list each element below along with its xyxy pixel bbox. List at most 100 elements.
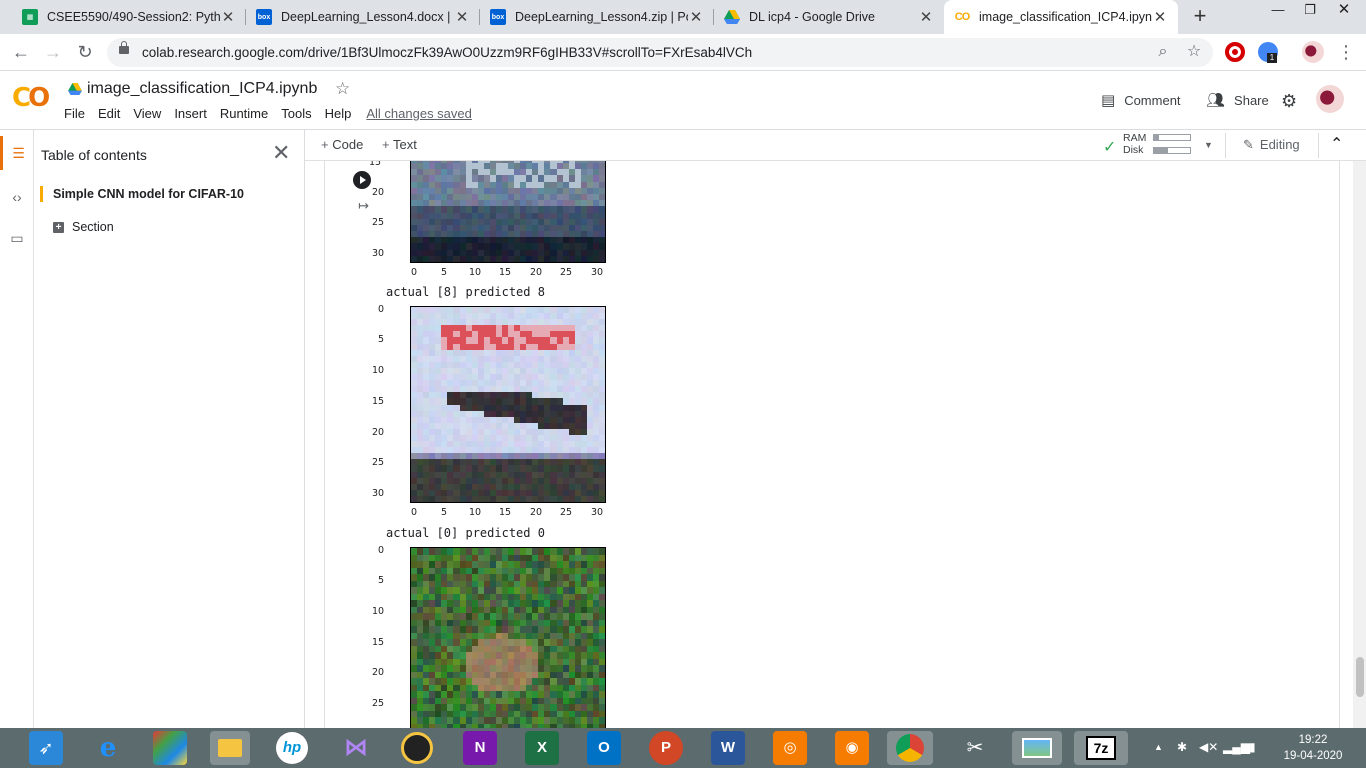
editing-mode-button[interactable]: ✎ Editing [1243, 137, 1300, 153]
prediction-label: actual [8] predicted 8 [386, 285, 545, 299]
toc-item-section[interactable]: + Section [53, 220, 114, 234]
add-code-button[interactable]: + Code [321, 137, 363, 152]
disk-bar [1153, 147, 1191, 154]
snipping-tool-icon[interactable]: ✂ [958, 731, 992, 765]
chevron-down-icon[interactable]: ▼ [1204, 140, 1213, 150]
restore-icon[interactable]: ❐ [1294, 0, 1326, 22]
toc-panel: Table of contents ✕ Simple CNN model for… [34, 130, 305, 728]
toc-item-cnn[interactable]: Simple CNN model for CIFAR-10 [40, 186, 244, 202]
menu-insert[interactable]: Insert [174, 106, 207, 121]
bookmark-star-icon[interactable]: ☆ [1183, 41, 1205, 63]
comment-icon: ▤ [1101, 91, 1115, 109]
new-tab-button[interactable]: + [1188, 4, 1212, 28]
add-text-button[interactable]: + Text [382, 137, 417, 152]
more-menu-icon[interactable]: ⋮ [1334, 40, 1358, 64]
colab-icon: CO [954, 9, 970, 25]
save-status[interactable]: All changes saved [366, 106, 472, 121]
expand-plus-icon[interactable]: + [53, 222, 64, 233]
close-icon[interactable]: ✕ [272, 140, 290, 166]
visual-studio-icon[interactable]: ⋈ [339, 731, 373, 765]
menu-tools[interactable]: Tools [281, 106, 311, 121]
output-actions-icon[interactable]: ↦ [358, 198, 369, 214]
close-tab-icon[interactable]: ✕ [918, 8, 934, 26]
notebook-body: ↦ 15 20 25 30 0 5 10 15 20 25 30 actual … [305, 161, 1366, 728]
code-cell-output: ↦ 15 20 25 30 0 5 10 15 20 25 30 actual … [324, 161, 1340, 728]
table-of-contents-icon[interactable]: ☰ [0, 136, 34, 170]
notebook-scrollbar[interactable] [1353, 161, 1366, 728]
reload-icon[interactable]: ↻ [73, 40, 97, 64]
volume-muted-icon[interactable]: ◀✕ [1199, 740, 1218, 754]
close-window-icon[interactable]: ✕ [1328, 0, 1360, 22]
share-people-icon: 👥︎ [1206, 91, 1225, 109]
word-icon[interactable]: W [711, 731, 745, 765]
menu-runtime[interactable]: Runtime [220, 106, 268, 121]
scrollbar-thumb[interactable] [1356, 657, 1364, 697]
close-tab-icon[interactable]: ✕ [1152, 8, 1168, 26]
comment-button[interactable]: ▤ Comment [1101, 91, 1181, 109]
code-snippets-icon[interactable]: ‹› [0, 180, 34, 214]
address-bar[interactable]: colab.research.google.com/drive/1Bf3Ulmo… [107, 38, 1213, 67]
browser-tab[interactable]: box DeepLearning_Lesson4.zip | Pow ✕ [480, 0, 714, 34]
camera-app-icon[interactable]: ◉ [835, 731, 869, 765]
forward-icon[interactable]: → [41, 40, 65, 64]
account-avatar[interactable] [1316, 85, 1344, 113]
media-player-icon[interactable] [401, 732, 433, 764]
close-tab-icon[interactable]: ✕ [220, 8, 236, 26]
file-explorer-icon[interactable] [210, 731, 250, 765]
browser-tab-strip: ▦ CSEE5590/490-Session2: Pythor ✕ box De… [0, 0, 1366, 34]
menu-view[interactable]: View [133, 106, 161, 121]
network-icon[interactable]: ▂▄▆ [1223, 740, 1250, 754]
paint-app-icon[interactable] [153, 731, 187, 765]
bluetooth-icon[interactable]: ✱ [1177, 740, 1187, 754]
translate-extension-icon[interactable]: 1 [1258, 42, 1278, 62]
outlook-icon[interactable]: O [587, 731, 621, 765]
toc-title: Table of contents [41, 147, 147, 163]
output-image-frog [410, 547, 606, 728]
taskbar-clock[interactable]: 19:22 19-04-2020 [1283, 732, 1343, 764]
onenote-icon[interactable]: N [463, 731, 497, 765]
rocket-app-icon[interactable]: ➶ [29, 731, 63, 765]
browser-tab-active[interactable]: CO image_classification_ICP4.ipynb ✕ [944, 0, 1178, 34]
connected-check-icon: ✓ [1103, 137, 1116, 157]
photos-app-icon[interactable] [1012, 731, 1062, 765]
sheets-icon: ▦ [22, 9, 38, 25]
tray-expand-icon[interactable]: ▲ [1154, 742, 1163, 752]
minimize-icon[interactable]: — [1262, 0, 1294, 22]
drive-icon [724, 9, 740, 25]
browser-tab[interactable]: ▦ CSEE5590/490-Session2: Pythor ✕ [12, 0, 246, 34]
7zip-icon[interactable]: 7z [1074, 731, 1128, 765]
files-folder-icon[interactable]: ▭ [0, 221, 34, 255]
close-tab-icon[interactable]: ✕ [454, 8, 470, 26]
excel-icon[interactable]: X [525, 731, 559, 765]
notebook-title[interactable]: image_classification_ICP4.ipynb [87, 80, 317, 98]
run-cell-button[interactable] [353, 171, 371, 189]
chevron-up-icon[interactable]: ⌃ [1330, 134, 1343, 154]
lock-icon [119, 46, 129, 54]
ram-bar [1153, 134, 1191, 141]
browser-tab[interactable]: DL icp4 - Google Drive ✕ [714, 0, 944, 34]
internet-explorer-icon[interactable]: e [91, 731, 125, 765]
browser-tab[interactable]: box DeepLearning_Lesson4.docx | Po ✕ [246, 0, 480, 34]
hp-icon[interactable]: hp [276, 732, 308, 764]
box-icon: box [256, 9, 272, 25]
drive-icon [68, 83, 82, 95]
menu-help[interactable]: Help [325, 106, 352, 121]
colab-header: CO image_classification_ICP4.ipynb ☆ Fil… [0, 71, 1366, 130]
battery-icon[interactable]: ▮ [1249, 740, 1256, 754]
output-image-airplane [410, 306, 606, 503]
opera-extension-icon[interactable] [1225, 42, 1245, 62]
screen-capture-icon[interactable]: ◎ [773, 731, 807, 765]
url-text: colab.research.google.com/drive/1Bf3Ulmo… [142, 45, 752, 60]
zoom-icon[interactable]: ⌕ [1152, 41, 1174, 63]
menu-file[interactable]: File [64, 106, 85, 121]
profile-avatar[interactable] [1302, 41, 1324, 63]
share-button[interactable]: 👥︎ Share [1206, 91, 1269, 109]
back-icon[interactable]: ← [9, 40, 33, 64]
settings-gear-icon[interactable]: ⚙ [1281, 91, 1297, 112]
chrome-icon[interactable] [887, 731, 933, 765]
powerpoint-icon[interactable]: P [649, 731, 683, 765]
menu-edit[interactable]: Edit [98, 106, 120, 121]
star-icon[interactable]: ☆ [335, 79, 350, 99]
colab-logo[interactable]: CO [12, 83, 47, 113]
close-tab-icon[interactable]: ✕ [688, 8, 704, 26]
